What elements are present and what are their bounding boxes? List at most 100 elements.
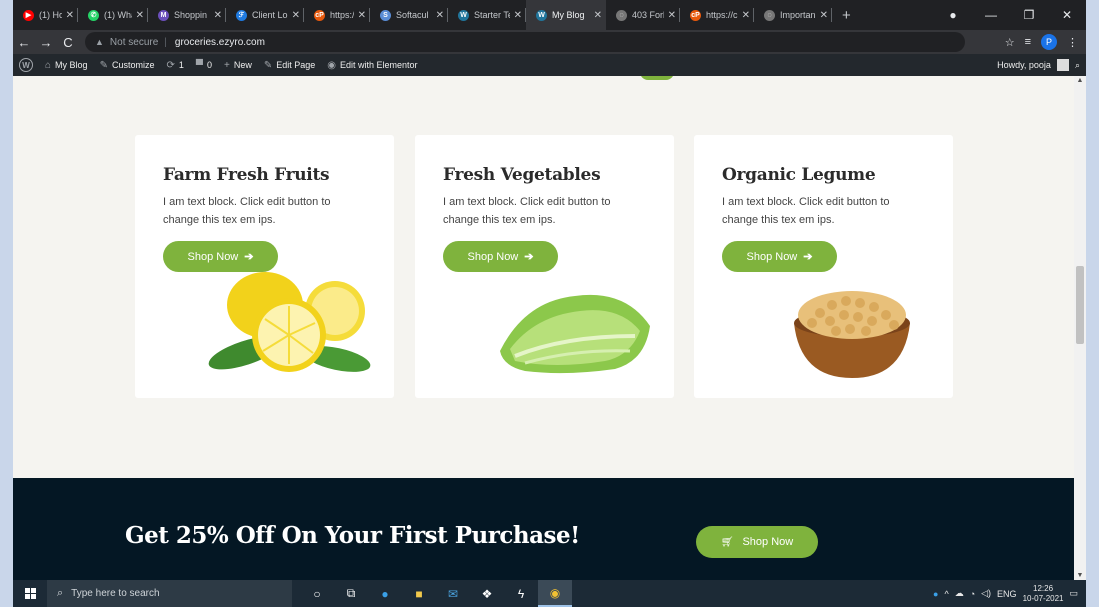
chrome-icon[interactable]: ◉: [538, 580, 572, 607]
new-label: New: [233, 60, 252, 70]
browser-tab[interactable]: S Softacul ✕: [370, 0, 448, 30]
tab-close-icon[interactable]: ✕: [136, 10, 144, 21]
forward-button[interactable]: →: [35, 35, 57, 50]
chrome-extension-icon[interactable]: ●: [934, 8, 972, 22]
menu-kebab-icon[interactable]: ⋮: [1067, 36, 1078, 49]
show-hidden-icons[interactable]: ^: [944, 589, 948, 599]
tab-favicon-icon: ▶: [23, 9, 34, 21]
edge-icon[interactable]: ●: [368, 580, 402, 607]
scroll-up-arrow[interactable]: ▲: [1074, 77, 1086, 84]
browser-tab[interactable]: ◌ 403 Forbi ✕: [606, 0, 680, 30]
shop-now-button[interactable]: Shop Now ➔: [163, 241, 278, 272]
clock[interactable]: 12:26 10-07-2021: [1023, 584, 1064, 604]
shop-now-button[interactable]: Shop Now ➔: [443, 241, 558, 272]
browser-tab[interactable]: ℱ Client Lo ✕: [226, 0, 304, 30]
shop-now-button[interactable]: Shop Now ➔: [722, 241, 837, 272]
browser-tab[interactable]: ✆ (1) Whats ✕: [78, 0, 148, 30]
tab-close-icon[interactable]: ✕: [66, 10, 74, 21]
mail-icon[interactable]: ✉: [436, 580, 470, 607]
volume-icon[interactable]: ◁): [981, 588, 991, 599]
back-button[interactable]: ←: [13, 35, 35, 50]
onedrive-icon[interactable]: ☁: [955, 588, 964, 599]
start-button[interactable]: [13, 580, 47, 607]
tab-favicon-icon: W: [458, 9, 469, 21]
card-title: Organic Legume: [722, 165, 876, 185]
tab-title: Starter Te: [474, 10, 510, 20]
help-icon[interactable]: ●: [933, 589, 938, 599]
wp-logo-menu[interactable]: W: [13, 54, 39, 76]
browser-tab[interactable]: cP https://c ✕: [304, 0, 370, 30]
minimize-button[interactable]: —: [972, 8, 1010, 22]
comments-link[interactable]: ▀ 0: [190, 54, 218, 76]
browser-tab[interactable]: ◌ Importan ✕: [754, 0, 832, 30]
browser-tab[interactable]: W My Blog ✕: [526, 0, 606, 30]
tab-title: 403 Forbi: [632, 10, 664, 20]
promo-shop-now-button[interactable]: 🛒︎ Shop Now: [696, 526, 818, 558]
reload-button[interactable]: C: [57, 35, 79, 50]
reading-list-icon[interactable]: ≡: [1025, 36, 1031, 48]
windows-icon: [24, 588, 36, 599]
browser-tab[interactable]: W Starter Te ✕: [448, 0, 526, 30]
card-text: I am text block. Click edit button to ch…: [443, 196, 611, 226]
tab-title: Client Lo: [252, 10, 288, 20]
comments-count: 0: [206, 60, 212, 70]
site-name-label: My Blog: [55, 60, 88, 70]
updates-link[interactable]: ⟳ 1: [160, 54, 189, 76]
network-icon[interactable]: ◔: [970, 589, 975, 599]
edit-elementor-label: Edit with Elementor: [340, 60, 418, 70]
tab-close-icon[interactable]: ✕: [668, 10, 676, 21]
close-window-button[interactable]: ✕: [1048, 8, 1086, 22]
tab-close-icon[interactable]: ✕: [436, 10, 444, 21]
site-name-menu[interactable]: ⌂ My Blog: [39, 54, 94, 76]
new-content-menu[interactable]: + New: [218, 54, 258, 76]
tab-title: https://c: [330, 10, 354, 20]
task-view-icon[interactable]: ⧉: [334, 580, 368, 607]
lemons-image: [208, 272, 371, 372]
tab-title: (1) How I: [39, 10, 62, 20]
arrow-right-icon: ➔: [803, 251, 813, 263]
clock-date: 10-07-2021: [1022, 593, 1064, 603]
tab-close-icon[interactable]: ✕: [292, 10, 300, 21]
scroll-down-arrow[interactable]: ▼: [1074, 572, 1086, 579]
tab-close-icon[interactable]: ✕: [820, 10, 828, 21]
address-bar[interactable]: ▲ Not secure | groceries.ezyro.com: [85, 32, 965, 52]
cortana-icon[interactable]: ○: [300, 580, 334, 607]
page-scrollbar[interactable]: ▲ ▼: [1074, 76, 1086, 580]
app-icon[interactable]: ϟ: [504, 580, 538, 607]
customize-link[interactable]: ✎ Customize: [94, 54, 161, 76]
promo-heading: Get 25% Off On Your First Purchase!: [125, 522, 580, 549]
url-text[interactable]: groceries.ezyro.com: [175, 37, 265, 48]
tab-close-icon[interactable]: ✕: [358, 10, 366, 21]
edit-page-link[interactable]: ✎ Edit Page: [258, 54, 321, 76]
restore-button[interactable]: ❐: [1010, 8, 1048, 22]
new-tab-button[interactable]: +: [832, 7, 861, 24]
language-indicator[interactable]: ENG: [997, 589, 1017, 599]
customize-label: Customize: [111, 60, 155, 70]
browser-tab[interactable]: cP https://c ✕: [680, 0, 754, 30]
brush-icon: ✎: [99, 59, 108, 71]
promo-banner: Get 25% Off On Your First Purchase! 🛒︎ Sh…: [13, 478, 1074, 580]
bookmark-star-icon[interactable]: ☆: [1005, 36, 1015, 49]
tab-title: My Blog: [552, 10, 585, 20]
notifications-icon[interactable]: ▭: [1069, 588, 1078, 599]
user-avatar[interactable]: [1056, 59, 1069, 71]
edit-elementor-link[interactable]: ◉ Edit with Elementor: [321, 54, 423, 76]
browser-tab[interactable]: ▶ (1) How I ✕: [13, 0, 78, 30]
scrollbar-thumb[interactable]: [1076, 266, 1084, 344]
profile-avatar[interactable]: P: [1041, 34, 1057, 50]
tab-close-icon[interactable]: ✕: [514, 10, 522, 21]
tab-close-icon[interactable]: ✕: [742, 10, 750, 21]
arrow-right-icon: ➔: [244, 251, 254, 263]
wp-admin-bar: W ⌂ My Blog ✎ Customize ⟳ 1 ▀ 0 + New ✎ Edit P…: [13, 54, 1086, 76]
security-label[interactable]: Not secure: [110, 37, 158, 48]
tab-close-icon[interactable]: ✕: [594, 10, 602, 21]
browser-tab[interactable]: M Shoppin ✕: [148, 0, 226, 30]
howdy-user-menu[interactable]: Howdy, pooja: [997, 60, 1051, 70]
file-explorer-icon[interactable]: ■: [402, 580, 436, 607]
decorative-green-shape: [640, 76, 674, 80]
search-icon[interactable]: ⌕: [1075, 60, 1080, 71]
dropbox-icon[interactable]: ❖: [470, 580, 504, 607]
tab-close-icon[interactable]: ✕: [214, 10, 222, 21]
warning-icon[interactable]: ▲: [95, 37, 104, 47]
taskbar-search[interactable]: ⌕ Type here to search: [47, 580, 292, 607]
